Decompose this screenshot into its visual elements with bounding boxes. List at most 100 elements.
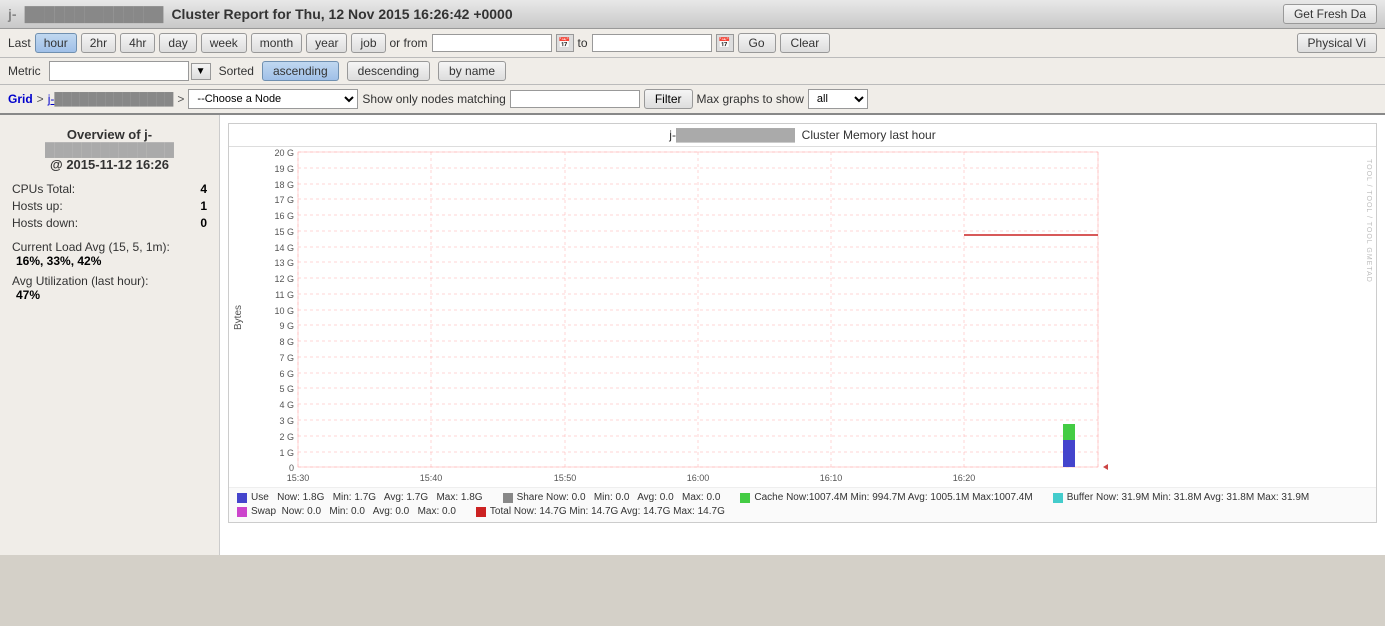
svg-text:13 G: 13 G	[274, 258, 294, 268]
cluster-name-masked: ██████████████	[25, 6, 164, 22]
chart-area: Bytes	[229, 147, 1376, 487]
svg-text:16:00: 16:00	[687, 473, 710, 483]
svg-text:7 G: 7 G	[279, 353, 294, 363]
avg-util-label: Avg Utilization (last hour):	[12, 274, 207, 288]
time-btn-week[interactable]: week	[201, 33, 247, 53]
svg-text:16 G: 16 G	[274, 211, 294, 221]
metric-select-wrap: load_one ▼	[49, 61, 211, 81]
legend-use-color	[237, 493, 247, 503]
legend-share-color	[503, 493, 513, 503]
svg-text:4 G: 4 G	[279, 400, 294, 410]
svg-text:15:40: 15:40	[420, 473, 443, 483]
legend-share: Share Now: 0.0 Min: 0.0 Avg: 0.0 Max: 0.…	[503, 492, 721, 503]
time-btn-year[interactable]: year	[306, 33, 347, 53]
metric-dropdown-button[interactable]: ▼	[191, 63, 211, 80]
svg-text:19 G: 19 G	[274, 164, 294, 174]
go-button[interactable]: Go	[738, 33, 776, 53]
svg-text:15:50: 15:50	[554, 473, 577, 483]
chart-container: j-██████████████ Cluster Memory last hou…	[228, 123, 1377, 523]
right-panel: j-██████████████ Cluster Memory last hou…	[220, 115, 1385, 555]
or-from-label: or from	[390, 36, 428, 50]
time-btn-day[interactable]: day	[159, 33, 196, 53]
legend-use: Use Now: 1.8G Min: 1.7G Avg: 1.7G Max: 1…	[237, 492, 483, 503]
current-load-value: 16%, 33%, 42%	[16, 254, 207, 268]
get-fresh-data-button[interactable]: Get Fresh Da	[1283, 4, 1377, 24]
physical-view-button[interactable]: Physical Vi	[1297, 33, 1377, 53]
svg-text:5 G: 5 G	[279, 384, 294, 394]
svg-text:0: 0	[289, 463, 294, 473]
left-panel: Overview of j-██████████████@ 2015-11-12…	[0, 115, 220, 555]
hosts-down-value: 0	[200, 216, 207, 230]
cluster-name-short: j-	[8, 6, 17, 22]
svg-text:1 G: 1 G	[279, 448, 294, 458]
max-graphs-label: Max graphs to show	[697, 92, 804, 106]
svg-text:20 G: 20 G	[274, 148, 294, 158]
hosts-down-label: Hosts down:	[12, 216, 78, 230]
cpus-total-row: CPUs Total: 4	[12, 182, 207, 196]
hosts-up-label: Hosts up:	[12, 199, 63, 213]
sort-descending-button[interactable]: descending	[347, 61, 430, 81]
legend-buffer: Buffer Now: 31.9M Min: 31.8M Avg: 31.8M …	[1053, 492, 1310, 503]
to-label: to	[578, 36, 588, 50]
filter-input[interactable]	[510, 90, 640, 108]
node-select[interactable]: --Choose a Node	[188, 89, 358, 109]
cpus-total-value: 4	[200, 182, 207, 196]
time-btn-hour[interactable]: hour	[35, 33, 77, 53]
svg-text:14 G: 14 G	[274, 243, 294, 253]
sorted-label: Sorted	[219, 64, 254, 78]
chart-legend: Use Now: 1.8G Min: 1.7G Avg: 1.7G Max: 1…	[229, 487, 1376, 522]
to-date-input[interactable]	[592, 34, 712, 52]
title-bar: j- ██████████████ Cluster Report for Thu…	[0, 0, 1385, 29]
main-content: Overview of j-██████████████@ 2015-11-12…	[0, 115, 1385, 555]
show-nodes-label: Show only nodes matching	[362, 92, 505, 106]
legend-cache-color	[740, 493, 750, 503]
time-btn-job[interactable]: job	[351, 33, 385, 53]
y-axis-label: Bytes	[229, 147, 248, 487]
max-graphs-select[interactable]: all	[808, 89, 868, 109]
avg-util-section: Avg Utilization (last hour): 47%	[12, 274, 207, 302]
svg-text:9 G: 9 G	[279, 321, 294, 331]
hosts-up-row: Hosts up: 1	[12, 199, 207, 213]
toolbar-row1: Last hour 2hr 4hr day week month year jo…	[0, 29, 1385, 58]
sort-byname-button[interactable]: by name	[438, 61, 506, 81]
sort-ascending-button[interactable]: ascending	[262, 61, 339, 81]
grid-cluster-link[interactable]: j-██████████████	[48, 92, 174, 106]
last-label: Last	[8, 36, 31, 50]
hosts-up-value: 1	[200, 199, 207, 213]
svg-text:10 G: 10 G	[274, 306, 294, 316]
overview-title: Overview of j-██████████████@ 2015-11-12…	[12, 127, 207, 172]
filter-button[interactable]: Filter	[644, 89, 693, 109]
legend-total: Total Now: 14.7G Min: 14.7G Avg: 14.7G M…	[476, 506, 725, 517]
svg-text:3 G: 3 G	[279, 416, 294, 426]
to-calendar-icon[interactable]: 📅	[716, 34, 734, 52]
svg-text:6 G: 6 G	[279, 369, 294, 379]
svg-text:15:30: 15:30	[287, 473, 310, 483]
time-btn-month[interactable]: month	[251, 33, 302, 53]
metric-input[interactable]: load_one	[49, 61, 189, 81]
legend-swap-color	[237, 507, 247, 517]
grid-nav-row: Grid > j-██████████████ > --Choose a Nod…	[0, 85, 1385, 115]
current-load-label: Current Load Avg (15, 5, 1m):	[12, 240, 207, 254]
svg-text:17 G: 17 G	[274, 195, 294, 205]
legend-swap: Swap Now: 0.0 Min: 0.0 Avg: 0.0 Max: 0.0	[237, 506, 456, 517]
chart-title: j-██████████████ Cluster Memory last hou…	[229, 124, 1376, 147]
legend-buffer-color	[1053, 493, 1063, 503]
from-date-input[interactable]	[432, 34, 552, 52]
tool-label: TOOL / TOOL / TOOL GMETAD	[1363, 157, 1374, 285]
clear-button[interactable]: Clear	[780, 33, 831, 53]
svg-text:11 G: 11 G	[275, 290, 294, 300]
time-btn-4hr[interactable]: 4hr	[120, 33, 155, 53]
svg-text:16:20: 16:20	[953, 473, 976, 483]
svg-text:8 G: 8 G	[279, 337, 294, 347]
from-calendar-icon[interactable]: 📅	[556, 34, 574, 52]
svg-text:18 G: 18 G	[274, 180, 294, 190]
toolbar-row2: Metric load_one ▼ Sorted ascending desce…	[0, 58, 1385, 85]
svg-text:16:10: 16:10	[820, 473, 843, 483]
grid-label: Grid	[8, 92, 33, 106]
legend-cache: Cache Now:1007.4M Min: 994.7M Avg: 1005.…	[740, 492, 1032, 503]
hosts-down-row: Hosts down: 0	[12, 216, 207, 230]
metric-label: Metric	[8, 64, 41, 78]
time-btn-2hr[interactable]: 2hr	[81, 33, 116, 53]
chart-inner: 20 G 19 G 18 G 17 G 16 G 15 G 14 G 13 G …	[248, 147, 1376, 487]
stats-section: CPUs Total: 4 Hosts up: 1 Hosts down: 0	[12, 182, 207, 230]
